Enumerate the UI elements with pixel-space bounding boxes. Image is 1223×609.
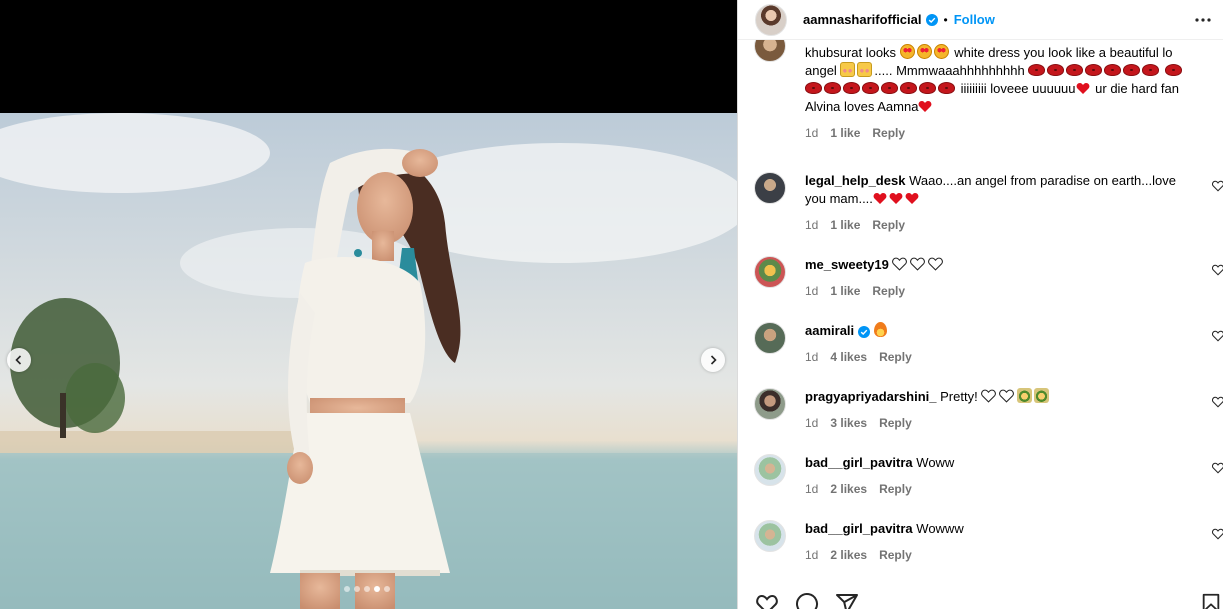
comment-likes[interactable]: 1 like	[830, 126, 860, 140]
like-comment-heart-icon[interactable]	[1212, 396, 1223, 408]
reply-button[interactable]: Reply	[879, 350, 912, 364]
like-comment-heart-icon[interactable]	[1212, 528, 1223, 540]
commenter-avatar[interactable]	[754, 322, 786, 354]
commenter-avatar[interactable]	[754, 520, 786, 552]
verified-icon	[925, 13, 938, 26]
comment-time[interactable]: 1d	[805, 416, 818, 430]
commenter-avatar[interactable]	[754, 256, 786, 288]
reply-button[interactable]: Reply	[872, 126, 905, 140]
comment-meta: 1d 2 likes Reply	[805, 480, 1197, 498]
comment-time[interactable]: 1d	[805, 548, 818, 562]
comment-likes[interactable]: 1 like	[830, 284, 860, 298]
follow-button[interactable]: Follow	[954, 12, 995, 27]
post-photo	[0, 113, 737, 609]
comment-username[interactable]: aamirali	[805, 323, 854, 338]
comment-username[interactable]: me_sweety19	[805, 257, 889, 272]
post-header: aamnasharifofficial • Follow	[738, 0, 1223, 40]
comment-text: bad__girl_pavitra Woww	[805, 455, 955, 470]
comment-username[interactable]: legal_help_desk	[805, 173, 905, 188]
comment-body: pragyapriyadarshini_ Pretty! 1d 3 likes Re…	[805, 388, 1197, 432]
reply-button[interactable]: Reply	[879, 482, 912, 496]
author-avatar[interactable]	[755, 3, 787, 36]
comment-meta: 1d 1 like Reply	[805, 124, 1197, 142]
commenter-avatar[interactable]	[754, 388, 786, 420]
comments-panel: aamnasharifofficial • Follow khubsurat l…	[737, 0, 1223, 609]
comment-body: aamirali 1d 4 likes Reply	[805, 322, 1197, 366]
comment-text: legal_help_desk Waao....an angel from pa…	[805, 173, 1176, 206]
chevron-left-icon	[15, 355, 22, 365]
comment-text: pragyapriyadarshini_ Pretty!	[805, 388, 1197, 406]
comment-likes[interactable]: 2 likes	[830, 482, 867, 496]
comment-meta: 1d 1 like Reply	[805, 282, 1197, 300]
comment-username[interactable]: bad__girl_pavitra	[805, 455, 913, 470]
slide-dot	[384, 586, 390, 592]
comment-body: khubsurat looks white dress you look lik…	[805, 44, 1197, 142]
commenter-avatar[interactable]	[754, 172, 786, 204]
comment-meta: 1d 1 like Reply	[805, 216, 1197, 234]
slide-dot	[364, 586, 370, 592]
comment-body: legal_help_desk Waao....an angel from pa…	[805, 172, 1197, 234]
comment-likes[interactable]: 4 likes	[830, 350, 867, 364]
comment-time[interactable]: 1d	[805, 218, 818, 232]
comment-meta: 1d 4 likes Reply	[805, 348, 1197, 366]
slide-indicator	[344, 586, 390, 592]
comments-list: khubsurat looks white dress you look lik…	[738, 40, 1223, 580]
comment-text: aamirali	[805, 322, 1197, 340]
comment-username[interactable]: bad__girl_pavitra	[805, 521, 913, 536]
share-icon[interactable]	[835, 592, 859, 609]
comment-likes[interactable]: 3 likes	[830, 416, 867, 430]
commenter-avatar[interactable]	[754, 40, 786, 62]
comment-meta: 1d 2 likes Reply	[805, 546, 1197, 564]
like-comment-heart-icon[interactable]	[1212, 462, 1223, 474]
comment-icon[interactable]	[795, 592, 819, 609]
next-slide-button[interactable]	[701, 348, 725, 372]
reply-button[interactable]: Reply	[879, 548, 912, 562]
chevron-right-icon	[710, 355, 717, 365]
comment-text: khubsurat looks white dress you look lik…	[805, 44, 1197, 116]
like-comment-heart-icon[interactable]	[1212, 330, 1223, 342]
comment-username[interactable]: pragyapriyadarshini_	[805, 389, 937, 404]
comment-body: bad__girl_pavitra Woww 1d 2 likes Reply	[805, 454, 1197, 498]
comment-time[interactable]: 1d	[805, 482, 818, 496]
comment-body: bad__girl_pavitra Wowww 1d 2 likes Reply	[805, 520, 1197, 564]
more-icon[interactable]	[1194, 11, 1212, 29]
reply-button[interactable]: Reply	[872, 284, 905, 298]
commenter-avatar[interactable]	[754, 454, 786, 486]
comment-time[interactable]: 1d	[805, 350, 818, 364]
author-username[interactable]: aamnasharifofficial	[803, 12, 922, 27]
slide-dot-active	[374, 586, 380, 592]
verified-icon	[858, 325, 871, 338]
reply-button[interactable]: Reply	[872, 218, 905, 232]
like-comment-heart-icon[interactable]	[1212, 180, 1223, 192]
comment-likes[interactable]: 1 like	[830, 218, 860, 232]
slide-dot	[344, 586, 350, 592]
post-media	[0, 0, 737, 609]
comment-text: bad__girl_pavitra Wowww	[805, 521, 964, 536]
comment-likes[interactable]: 2 likes	[830, 548, 867, 562]
fire-emoji	[873, 322, 887, 337]
heart-icon[interactable]	[755, 592, 779, 609]
comment-meta: 1d 3 likes Reply	[805, 414, 1197, 432]
bookmark-icon[interactable]	[1200, 592, 1222, 609]
header-separator: •	[943, 12, 948, 27]
like-comment-heart-icon[interactable]	[1212, 264, 1223, 276]
comment-time[interactable]: 1d	[805, 126, 818, 140]
slide-dot	[354, 586, 360, 592]
photo-illustration	[0, 113, 737, 609]
comment-text: me_sweety19	[805, 256, 1197, 274]
comment-body: me_sweety19 1d 1 like Reply	[805, 256, 1197, 300]
post-actions	[755, 592, 859, 609]
comment-time[interactable]: 1d	[805, 284, 818, 298]
previous-slide-button[interactable]	[7, 348, 31, 372]
reply-button[interactable]: Reply	[879, 416, 912, 430]
